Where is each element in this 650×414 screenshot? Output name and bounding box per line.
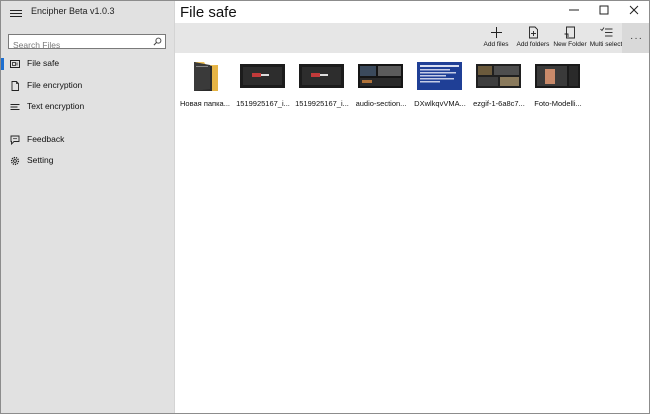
sidebar-item-label: Setting: [27, 155, 54, 165]
close-icon: [629, 5, 639, 15]
page-title: File safe: [180, 4, 237, 21]
sidebar-item-text-encryption[interactable]: Text encryption: [1, 98, 174, 116]
more-icon: ···: [630, 33, 643, 44]
command-bar: Add files Add folders New Folder Multi s…: [175, 23, 649, 53]
multi-select-button[interactable]: Multi select: [589, 23, 623, 53]
image-thumbnail-icon: [476, 64, 521, 88]
file-tile-image[interactable]: ezgif-1-6a8c7...: [470, 57, 528, 113]
document-icon: [11, 81, 19, 91]
main-pane: File safe Add files Add folders New Fold…: [175, 1, 649, 413]
file-name: Foto-Modelli...: [534, 99, 582, 108]
hamburger-menu-icon[interactable]: [10, 8, 22, 20]
image-thumbnail-icon: [535, 64, 580, 88]
sidebar-item-label: File safe: [27, 58, 60, 68]
file-tile-image[interactable]: 1519925167_i...: [234, 57, 292, 113]
add-files-button[interactable]: Add files: [481, 23, 511, 53]
sidebar-item-label: File encryption: [27, 80, 83, 90]
sidebar-item-label: Text encryption: [27, 101, 85, 111]
file-name: 1519925167_i...: [295, 99, 349, 108]
sidebar-item-file-safe[interactable]: File safe: [1, 55, 174, 73]
file-name: ezgif-1-6a8c7...: [473, 99, 525, 108]
image-thumbnail-icon: [358, 64, 403, 88]
close-button[interactable]: [619, 1, 649, 19]
gear-icon: [10, 156, 20, 166]
file-name: audio-section...: [355, 99, 407, 108]
minimize-icon: [569, 9, 579, 11]
file-tile-folder[interactable]: Новая папка...: [176, 57, 234, 113]
text-lines-icon: [10, 104, 20, 110]
maximize-icon: [599, 5, 609, 15]
selection-indicator: [1, 58, 4, 70]
new-folder-button[interactable]: New Folder: [552, 23, 588, 53]
feedback-icon: [10, 135, 20, 145]
file-name: Новая папка...: [180, 99, 230, 108]
image-thumbnail-icon: [299, 64, 344, 88]
search-input[interactable]: [9, 38, 153, 52]
add-folder-icon: [528, 26, 538, 39]
search-box: [8, 34, 166, 52]
multi-select-icon: [599, 27, 612, 37]
sidebar-item-file-encryption[interactable]: File encryption: [1, 77, 174, 95]
sidebar: Encipher Beta v1.0.3 File safe File encr: [1, 1, 175, 413]
more-options-button[interactable]: ···: [622, 23, 649, 53]
image-thumbnail-icon: [240, 64, 285, 88]
file-name: DXwlkqvVMA...: [414, 99, 466, 108]
minimize-button[interactable]: [559, 1, 589, 19]
maximize-button[interactable]: [589, 1, 619, 19]
image-thumbnail-icon: [417, 62, 462, 90]
sidebar-item-feedback[interactable]: Feedback: [1, 131, 174, 149]
file-tile-image[interactable]: 1519925167_i...: [293, 57, 351, 113]
folder-icon: [194, 62, 218, 91]
search-icon[interactable]: [153, 37, 162, 46]
window-controls: [559, 1, 649, 19]
app-title: Encipher Beta v1.0.3: [31, 6, 115, 16]
sidebar-item-setting[interactable]: Setting: [1, 152, 174, 170]
safe-icon: [10, 60, 20, 68]
app-window: Encipher Beta v1.0.3 File safe File encr: [0, 0, 650, 414]
plus-icon: [490, 27, 502, 38]
file-name: 1519925167_i...: [236, 99, 290, 108]
file-tile-image[interactable]: Foto-Modelli...: [529, 57, 587, 113]
file-tile-image[interactable]: DXwlkqvVMA...: [411, 57, 469, 113]
sidebar-item-label: Feedback: [27, 134, 65, 144]
add-folders-button[interactable]: Add folders: [514, 23, 552, 53]
new-folder-icon: [564, 26, 575, 39]
file-tile-image[interactable]: audio-section...: [352, 57, 410, 113]
